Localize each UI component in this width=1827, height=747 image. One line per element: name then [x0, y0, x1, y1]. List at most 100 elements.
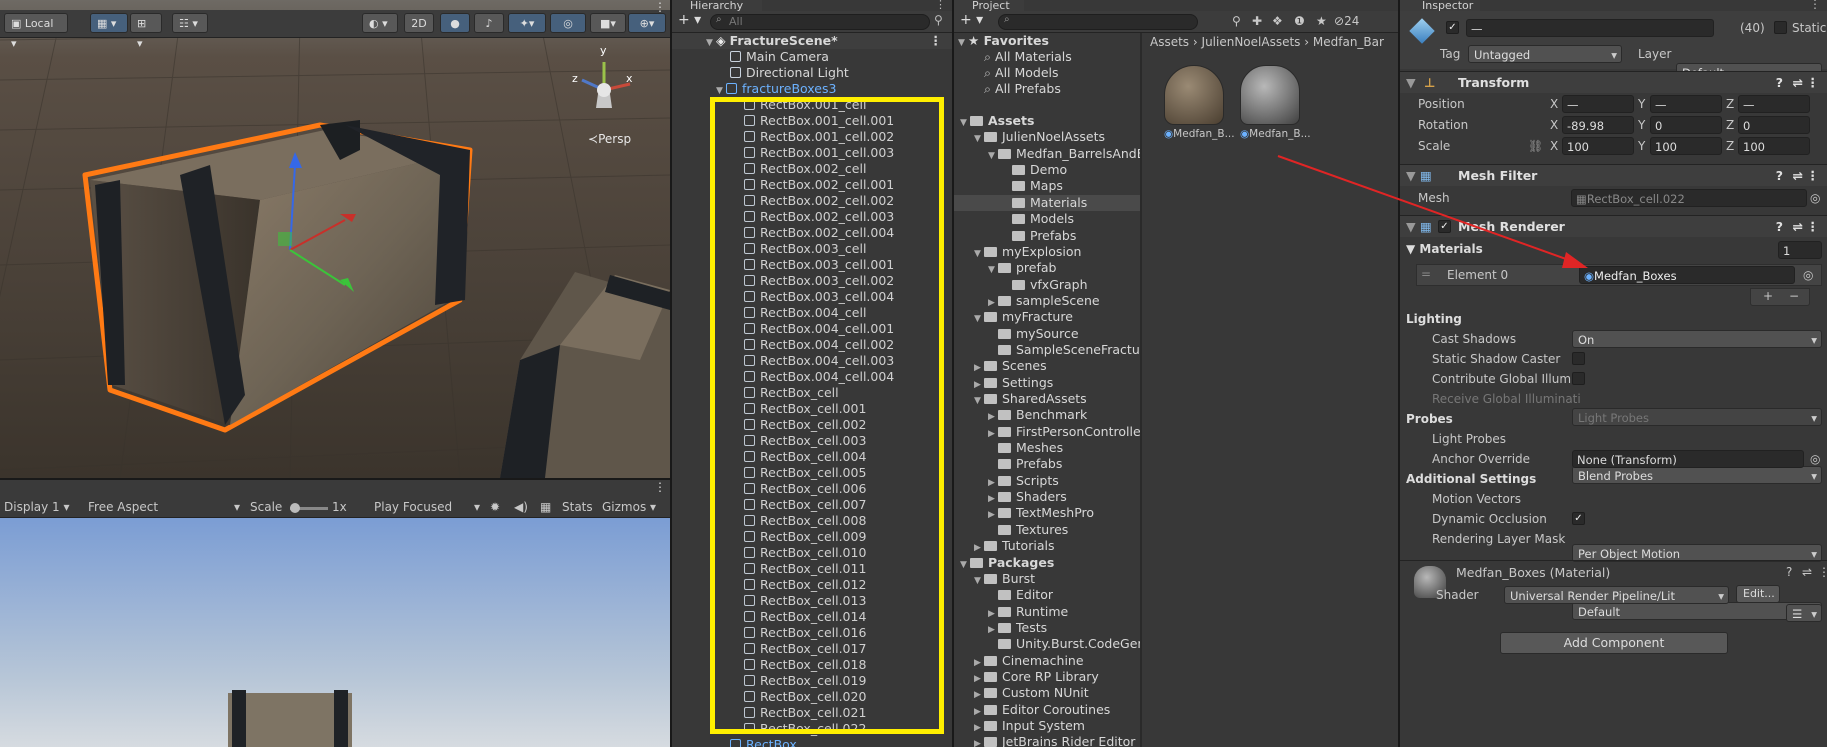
transform-scale-z-field[interactable]: 100 [1738, 137, 1810, 155]
view-options-button[interactable]: ☷ ▾ [172, 13, 208, 33]
presets-icon[interactable]: ⇌ [1793, 165, 1803, 187]
display-dropdown[interactable]: Display 1 ▾ [4, 498, 84, 516]
project-tree-item[interactable]: ▶ Tests [954, 620, 1140, 636]
search-options-icon[interactable]: ⚲ [934, 13, 943, 27]
gizmos-dropdown[interactable]: Gizmos ▾ [602, 498, 668, 516]
mesh-field[interactable]: ▦RectBox_cell.022 [1571, 189, 1807, 207]
light-probes-value[interactable]: Blend Probes [1572, 466, 1822, 484]
component-menu-icon[interactable]: ⋮ [1807, 216, 1820, 238]
dynamic_occlusion-checkbox[interactable]: ✓ [1572, 512, 1585, 525]
object-picker-icon[interactable]: ◎ [1803, 268, 1813, 282]
stats-button[interactable]: Stats [562, 500, 593, 514]
favorite-item[interactable]: ⌕ All Materials [954, 49, 1140, 65]
help-icon[interactable]: ? [1776, 72, 1783, 94]
transform-scale-x-field[interactable]: 100 [1562, 137, 1634, 155]
hidden-packages-icon[interactable]: ⊘24 [1334, 14, 1359, 28]
scene-row[interactable]: ▼ ◈ FractureScene* ⋮ [672, 33, 952, 49]
transform-position-x-field[interactable]: — [1562, 95, 1634, 113]
shader-options-dropdown[interactable]: ☰ [1786, 604, 1822, 622]
project-tree-item[interactable]: ▶ Core RP Library [954, 669, 1140, 685]
transform-position-z-field[interactable]: — [1738, 95, 1810, 113]
bug-icon[interactable]: ✹ [490, 500, 500, 514]
effects-toggle-icon[interactable]: ✦▾ [508, 13, 546, 33]
project-tree-item[interactable]: ▶ Tutorials [954, 538, 1140, 554]
project-create-button[interactable]: + ▾ [960, 12, 983, 28]
game-menu-icon[interactable]: ⋮ [654, 480, 666, 494]
help-icon[interactable]: ? [1776, 165, 1783, 187]
project-tree-item[interactable]: Models [954, 211, 1140, 227]
breadcrumb-medfan[interactable]: Medfan_Bar [1313, 35, 1384, 49]
orientation-gizmo[interactable]: y x z [572, 44, 636, 114]
transform-rotation-z-field[interactable]: 0 [1738, 116, 1810, 134]
project-tree-item[interactable]: Editor [954, 587, 1140, 603]
object-picker-icon[interactable]: ◎ [1810, 191, 1820, 205]
active-checkbox[interactable]: ✓ [1446, 21, 1459, 34]
project-tree-item[interactable]: mySource [954, 326, 1140, 342]
scale-slider[interactable] [290, 503, 328, 513]
add-element-icon[interactable]: + [1763, 289, 1773, 303]
object-name-field[interactable]: — [1466, 19, 1714, 37]
asset-tile[interactable]: ◉Medfan_B... [1164, 65, 1235, 145]
materials-count[interactable]: 1 [1778, 241, 1822, 259]
2d-toggle[interactable]: 2D [404, 13, 434, 33]
project-tree-item[interactable]: ▶ Shaders [954, 489, 1140, 505]
project-tree-item[interactable]: ▶ JetBrains Rider Editor [954, 734, 1140, 747]
tree-splitter[interactable] [1140, 33, 1142, 747]
help-icon[interactable]: ? [1786, 565, 1792, 579]
section-probes[interactable]: Probes [1406, 412, 1453, 426]
log-icon[interactable]: ❖ [1272, 14, 1283, 28]
asset-tile[interactable]: ◉Medfan_B... [1240, 65, 1311, 145]
contribute_gi-checkbox[interactable] [1572, 372, 1585, 385]
hierarchy-item-directional-light[interactable]: Directional Light [672, 65, 952, 81]
project-tree-item[interactable]: SampleSceneFracture [954, 342, 1140, 358]
projection-label[interactable]: ≺Persp [588, 132, 631, 146]
inspector-menu-icon[interactable]: ⋮ [1809, 0, 1821, 11]
search-by-label-icon[interactable]: ✚ [1252, 14, 1262, 28]
project-tab[interactable]: Project [954, 0, 1024, 11]
project-tree-item[interactable]: ▶ Benchmark [954, 407, 1140, 423]
scene-view[interactable]: ▣ Local ▾ ▦ ▾ ⊞ ▾ ☷ ▾ ◐ ▾ 2D ● ♪ ✦▾ ◎ ■▾… [0, 0, 670, 478]
aspect-dropdown[interactable]: Free Aspect ▾ [88, 498, 240, 516]
favorites-header[interactable]: ▼ ★ Favorites [954, 33, 1140, 49]
scale-slider-thumb[interactable] [290, 503, 300, 513]
visibility-toggle-icon[interactable]: ◎ [550, 13, 586, 33]
hierarchy-item-rectbox[interactable]: RectBox [672, 737, 952, 747]
transform-rotation-y-field[interactable]: 0 [1650, 116, 1722, 134]
renderer-enabled-checkbox[interactable]: ✓ [1438, 220, 1451, 233]
project-tree-item[interactable]: ▶ Scripts [954, 473, 1140, 489]
transform-rotation-x-field[interactable]: -89.98 [1562, 116, 1634, 134]
static_shadow-checkbox[interactable] [1572, 352, 1585, 365]
presets-icon[interactable]: ⇌ [1802, 565, 1812, 579]
project-tree-item[interactable]: ▶ Cinemachine [954, 653, 1140, 669]
project-tree-item[interactable]: ▶ TextMeshPro [954, 505, 1140, 521]
static-checkbox[interactable] [1774, 21, 1787, 34]
favorite-item[interactable]: ⌕ All Prefabs [954, 81, 1140, 97]
materials-row[interactable]: ▼ Materials 1 [1400, 240, 1827, 260]
presets-icon[interactable]: ⇌ [1793, 72, 1803, 94]
search-by-type-icon[interactable]: ⚲ [1232, 14, 1241, 28]
project-tree-item[interactable]: Prefabs [954, 456, 1140, 472]
scene-menu-icon[interactable]: ⋮ [654, 0, 666, 14]
project-tree-item[interactable]: ▶ sampleScene [954, 293, 1140, 309]
object-picker-icon[interactable]: ◎ [1810, 452, 1820, 466]
collapsed-arrow-icon[interactable]: ▶ [974, 736, 984, 747]
project-tree-item[interactable]: Demo [954, 162, 1140, 178]
section-lighting[interactable]: Lighting [1406, 312, 1462, 326]
anchor-value[interactable]: None (Transform) [1572, 450, 1804, 468]
project-tree-item[interactable]: Prefabs [954, 228, 1140, 244]
project-tree-item[interactable]: ▼ myFracture [954, 309, 1140, 325]
project-tree-item[interactable]: Textures [954, 522, 1140, 538]
hierarchy-search[interactable]: ⌕ All [710, 14, 930, 30]
link-scale-icon[interactable]: ⛓ [1528, 139, 1543, 153]
grid-snap-button[interactable]: ▦ ▾ [90, 13, 128, 33]
add-component-button[interactable]: Add Component [1500, 632, 1728, 654]
breadcrumb-assets[interactable]: Assets [1150, 35, 1189, 49]
pivot-rotation-dropdown[interactable]: ▣ Local ▾ [4, 13, 68, 50]
project-tree-item[interactable]: Maps [954, 178, 1140, 194]
project-tree-item[interactable]: ▶ FirstPersonController [954, 424, 1140, 440]
hierarchy-item-main-camera[interactable]: Main Camera [672, 49, 952, 65]
transform-scale-y-field[interactable]: 100 [1650, 137, 1722, 155]
scene-viewport[interactable] [0, 0, 670, 478]
audio-toggle-icon[interactable]: ♪ [474, 13, 504, 33]
mesh-renderer-header[interactable]: ▼ ▦ ✓ Mesh Renderer ? ⇌ ⋮ [1400, 215, 1827, 237]
